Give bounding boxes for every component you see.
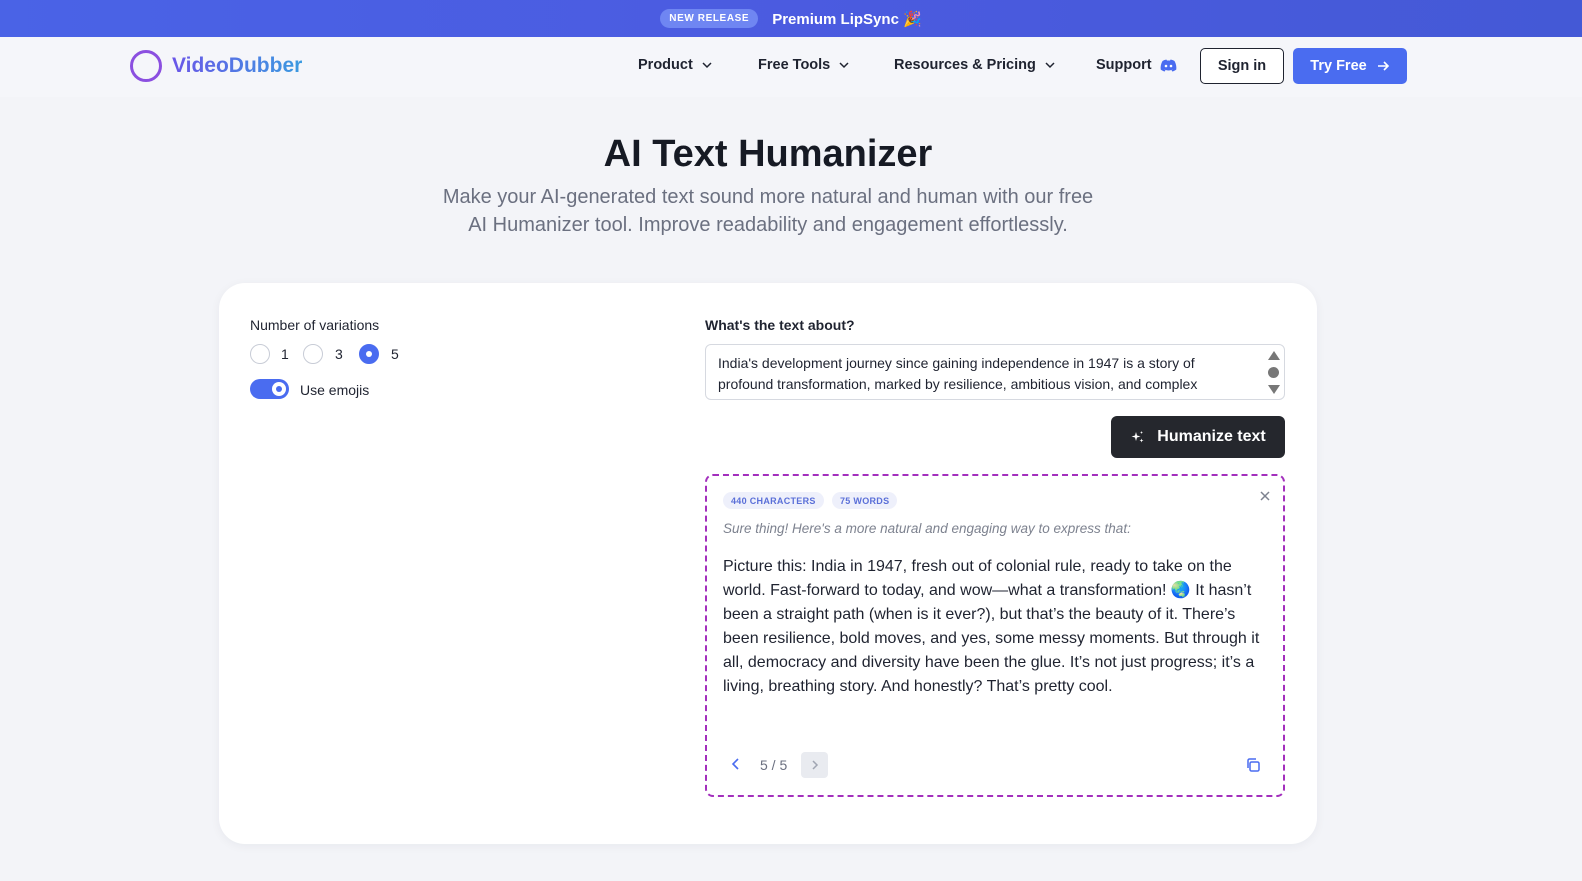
scrollbar-thumb[interactable] <box>1268 367 1279 378</box>
word-count-badge: 75 WORDS <box>832 492 898 509</box>
variation-radio-3[interactable] <box>303 344 323 364</box>
logo[interactable]: VideoDubber <box>130 50 302 82</box>
close-icon[interactable] <box>1259 490 1271 502</box>
page-subtitle: Make your AI-generated text sound more n… <box>442 186 1094 236</box>
text-about-value: India's development journey since gainin… <box>718 355 1198 392</box>
variation-label-3: 3 <box>335 346 343 362</box>
use-emojis-toggle[interactable] <box>250 379 289 399</box>
chevron-down-icon <box>702 62 712 69</box>
result-intro: Sure thing! Here's a more natural and en… <box>723 521 1131 536</box>
nav-item-label: Resources & Pricing <box>894 57 1036 73</box>
next-variation-button[interactable] <box>801 752 828 778</box>
text-about-input[interactable]: India's development journey since gainin… <box>705 344 1285 400</box>
chevron-down-icon <box>839 62 849 69</box>
logo-icon <box>130 50 162 82</box>
copy-icon[interactable] <box>1245 757 1261 773</box>
sign-in-button[interactable]: Sign in <box>1200 48 1284 84</box>
nav-item-label: Free Tools <box>758 57 831 73</box>
humanize-text-button[interactable]: Humanize text <box>1111 416 1285 458</box>
nav-item-support[interactable]: Support <box>1096 57 1177 73</box>
humanizer-card: Number of variations 1 3 5 Use emojis Wh… <box>219 283 1317 844</box>
try-free-button[interactable]: Try Free <box>1293 48 1407 84</box>
discord-icon <box>1160 59 1176 71</box>
arrow-right-icon <box>1377 61 1389 71</box>
nav-item-resources-pricing[interactable]: Resources & Pricing <box>894 57 1056 73</box>
chevron-down-icon <box>1045 62 1055 69</box>
sparkles-icon <box>1131 430 1144 442</box>
nav-item-label: Product <box>638 57 693 73</box>
humanized-text: Picture this: India in 1947, fresh out o… <box>723 558 1260 695</box>
variations-label: Number of variations <box>250 317 380 333</box>
variation-radio-5[interactable] <box>359 344 379 364</box>
nav-item-free-tools[interactable]: Free Tools <box>758 57 850 73</box>
page-title: AI Text Humanizer <box>603 133 933 175</box>
try-free-label: Try Free <box>1310 58 1367 74</box>
scroll-down-icon[interactable] <box>1268 385 1280 394</box>
variation-label-5: 5 <box>391 346 399 362</box>
scroll-up-icon[interactable] <box>1268 351 1280 360</box>
variation-radio-1[interactable] <box>250 344 270 364</box>
chevron-left-icon[interactable] <box>729 757 743 771</box>
nav-item-product[interactable]: Product <box>638 57 713 73</box>
humanize-text-label: Humanize text <box>1157 428 1266 445</box>
text-about-label: What's the text about? <box>705 317 855 333</box>
new-release-badge: NEW RELEASE <box>660 9 759 28</box>
top-navigation: VideoDubber Product Free Tools Resources… <box>0 37 1582 97</box>
nav-item-label: Support <box>1096 57 1152 73</box>
use-emojis-label: Use emojis <box>300 382 370 398</box>
announcement-banner[interactable]: NEW RELEASE Premium LipSync 🎉 <box>0 0 1582 37</box>
variation-label-1: 1 <box>281 346 289 362</box>
chevron-right-icon <box>811 760 818 770</box>
character-count-badge: 440 CHARACTERS <box>723 492 824 509</box>
logo-text: VideoDubber <box>172 54 303 77</box>
pager-indicator: 5 / 5 <box>760 757 788 773</box>
result-panel: 440 CHARACTERS 75 WORDS Sure thing! Here… <box>705 474 1285 797</box>
banner-text[interactable]: Premium LipSync 🎉 <box>772 10 922 28</box>
toggle-knob <box>272 382 286 396</box>
